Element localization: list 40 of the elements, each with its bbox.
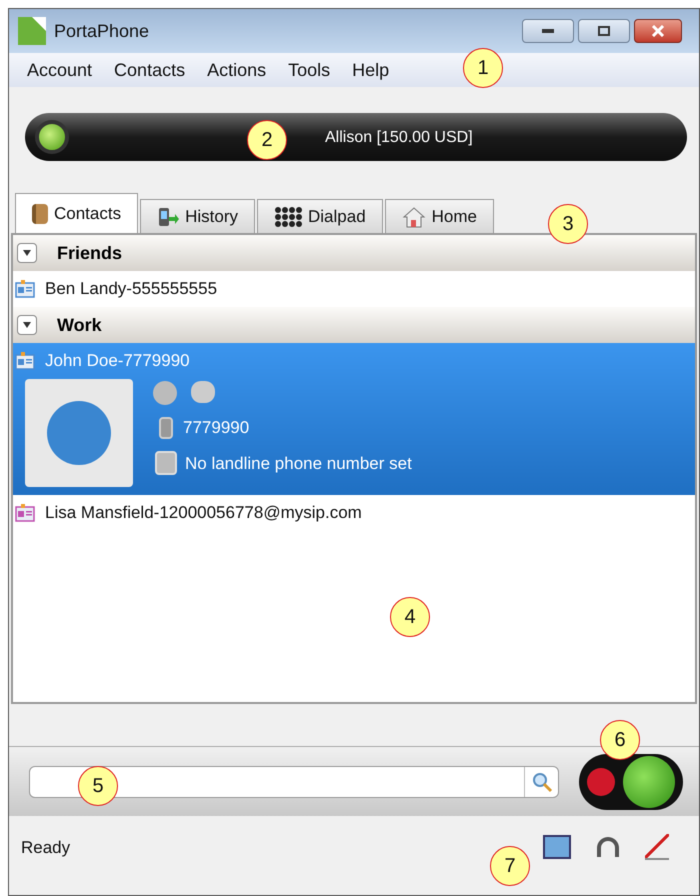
contact-card-icon [15,280,35,298]
close-button[interactable] [634,19,682,43]
close-icon [651,25,665,37]
tab[interactable]: Dialpad [257,199,383,233]
call-button[interactable] [623,756,675,808]
window-title: PortaPhone [54,20,150,42]
contact-name: Ben Landy-555555555 [45,278,218,300]
mobile-number: 7779990 [183,417,250,439]
tab[interactable]: Contacts [15,193,138,233]
tab[interactable]: History [140,199,255,233]
contact-name: John Doe-7779990 [45,350,190,372]
collapse-toggle[interactable] [17,315,37,335]
dial-field[interactable] [29,766,559,798]
minimize-button[interactable] [522,19,574,43]
menu-item[interactable]: Contacts [114,56,186,84]
group-header[interactable]: Work [13,307,695,343]
contact-card-icon [15,352,35,370]
caret-icon [22,322,32,328]
keypad-icon [274,206,302,228]
account-balance: Allison [150.00 USD] [325,128,473,148]
menu-item[interactable]: Tools [288,56,330,84]
app-logo-icon [18,17,46,45]
landline-number: No landline phone number set [185,452,412,474]
tab[interactable]: Home [384,199,494,233]
phone-arrow-icon [157,206,180,226]
hang-up-button[interactable] [587,768,615,796]
contact-name: Lisa Mansfield-12000056778@mysip.com [45,502,362,524]
house-icon [402,206,426,228]
status-text: Ready [21,836,70,858]
group-header[interactable]: Friends [13,235,695,271]
book-icon [32,204,48,224]
maximize-button[interactable] [578,19,630,43]
menu-item[interactable]: Help [352,56,390,84]
caret-icon [22,250,32,256]
contact-card-icon [15,504,35,522]
group-name: Work [57,314,102,336]
menu-item[interactable]: Account [27,56,92,84]
menu-item[interactable]: Actions [207,56,266,84]
group-name: Friends [57,242,122,264]
collapse-toggle[interactable] [17,243,37,263]
